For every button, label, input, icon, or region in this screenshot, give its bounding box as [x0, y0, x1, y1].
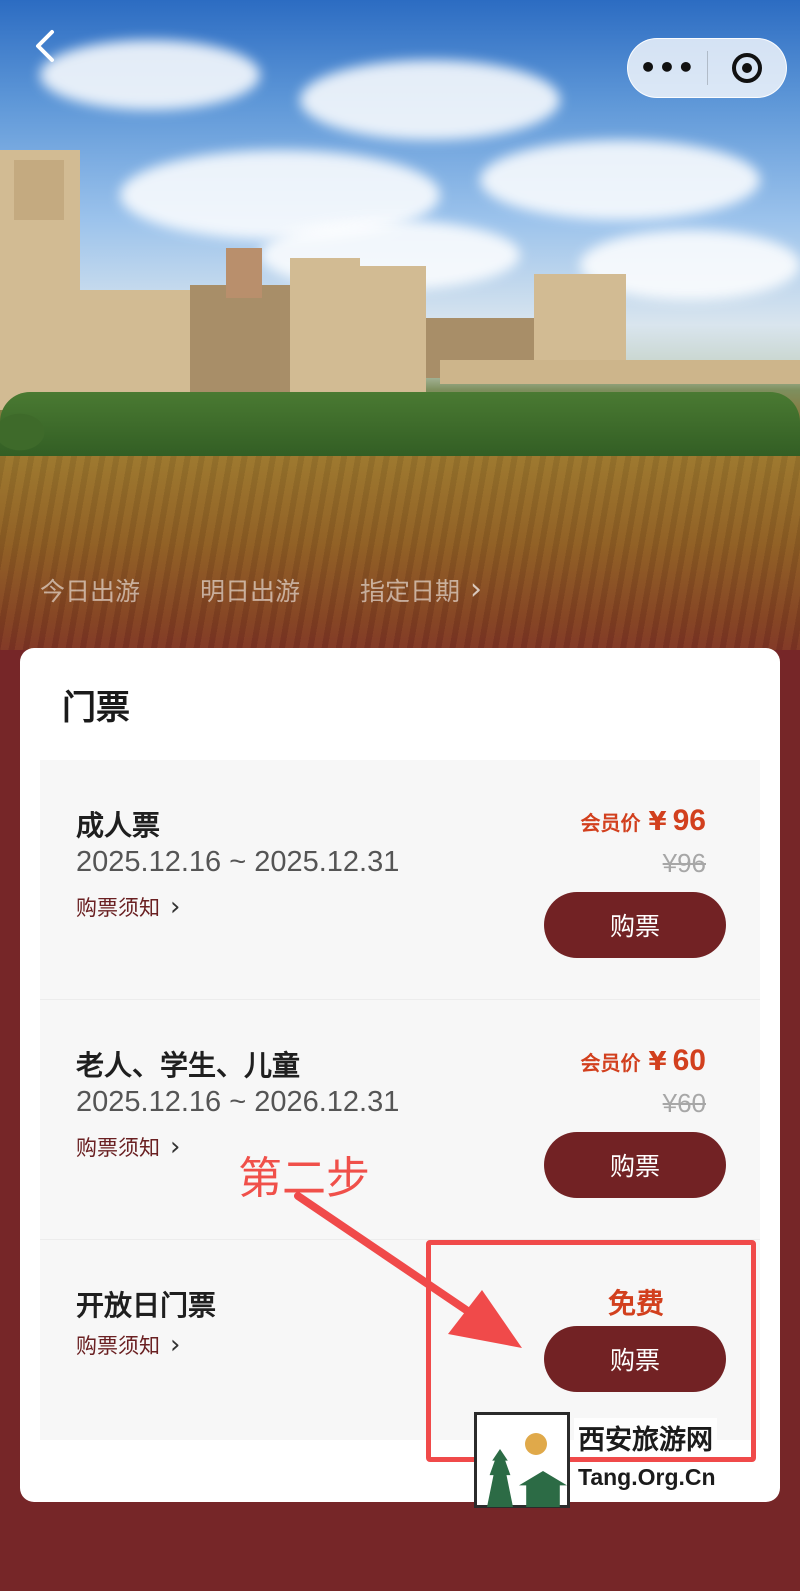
price-value: 96 [672, 804, 706, 837]
purchase-notice-link[interactable]: 购票须知 › [76, 1132, 180, 1162]
tab-today[interactable]: 今日出游 [40, 572, 140, 608]
tree-row [0, 392, 800, 466]
chevron-right-icon: › [470, 572, 483, 607]
buy-button[interactable]: 购票 [544, 892, 726, 958]
vineyard [0, 456, 800, 650]
ticket-dates: 2025.12.16 ~ 2025.12.31 [76, 846, 400, 878]
original-price: ¥96 [662, 848, 706, 878]
close-target-button[interactable] [708, 53, 786, 83]
ticket-item: 成人票 2025.12.16 ~ 2025.12.31 购票须知 › 会员价 ¥… [40, 760, 760, 1000]
card-title: 门票 [62, 688, 130, 728]
hero-banner: ••• 今日出游 明日出游 指定日期 › [0, 0, 800, 650]
chevron-right-icon: › [170, 1330, 181, 1360]
ticket-name: 开放日门票 [76, 1289, 217, 1322]
currency-symbol: ¥ [648, 1047, 667, 1077]
price-label: 会员价 [580, 1051, 641, 1075]
notice-label: 购票须知 [76, 1334, 160, 1358]
chevron-right-icon: › [170, 892, 181, 922]
watermark-logo-icon [474, 1412, 570, 1508]
price-label: 会员价 [580, 811, 641, 835]
watermark-name: 西安旅游网 [574, 1418, 717, 1457]
tab-tomorrow[interactable]: 明日出游 [200, 572, 300, 608]
tab-specify-date[interactable]: 指定日期 [360, 572, 460, 608]
mini-program-capsule: ••• [627, 38, 787, 98]
price-value: 60 [672, 1044, 706, 1077]
more-dots-icon[interactable]: ••• [628, 38, 707, 98]
ticket-dates: 2025.12.16 ~ 2026.12.31 [76, 1086, 400, 1118]
back-button[interactable] [28, 28, 64, 64]
currency-symbol: ¥ [648, 807, 667, 837]
notice-label: 购票须知 [76, 1136, 160, 1160]
chevron-left-icon [36, 30, 54, 62]
watermark-url: Tang.Org.Cn [574, 1464, 720, 1491]
ticket-name: 成人票 [76, 809, 161, 842]
target-icon [731, 53, 762, 83]
member-price: 会员价 ¥ 96 [581, 804, 706, 838]
purchase-notice-link[interactable]: 购票须知 › [76, 1330, 180, 1360]
watermark: 西安旅游网 Tang.Org.Cn [474, 1412, 774, 1512]
ticket-name: 老人、学生、儿童 [76, 1049, 301, 1082]
member-price: 会员价 ¥ 60 [581, 1044, 706, 1078]
ticket-item: 老人、学生、儿童 2025.12.16 ~ 2026.12.31 购票须知 › … [40, 1000, 760, 1240]
chevron-right-icon: › [170, 1132, 181, 1162]
purchase-notice-link[interactable]: 购票须知 › [76, 892, 180, 922]
step-annotation: 第二步 [238, 1153, 370, 1204]
buy-button[interactable]: 购票 [544, 1132, 726, 1198]
date-tabs: 今日出游 明日出游 指定日期 › [40, 572, 482, 608]
notice-label: 购票须知 [76, 896, 160, 920]
original-price: ¥60 [662, 1088, 706, 1118]
